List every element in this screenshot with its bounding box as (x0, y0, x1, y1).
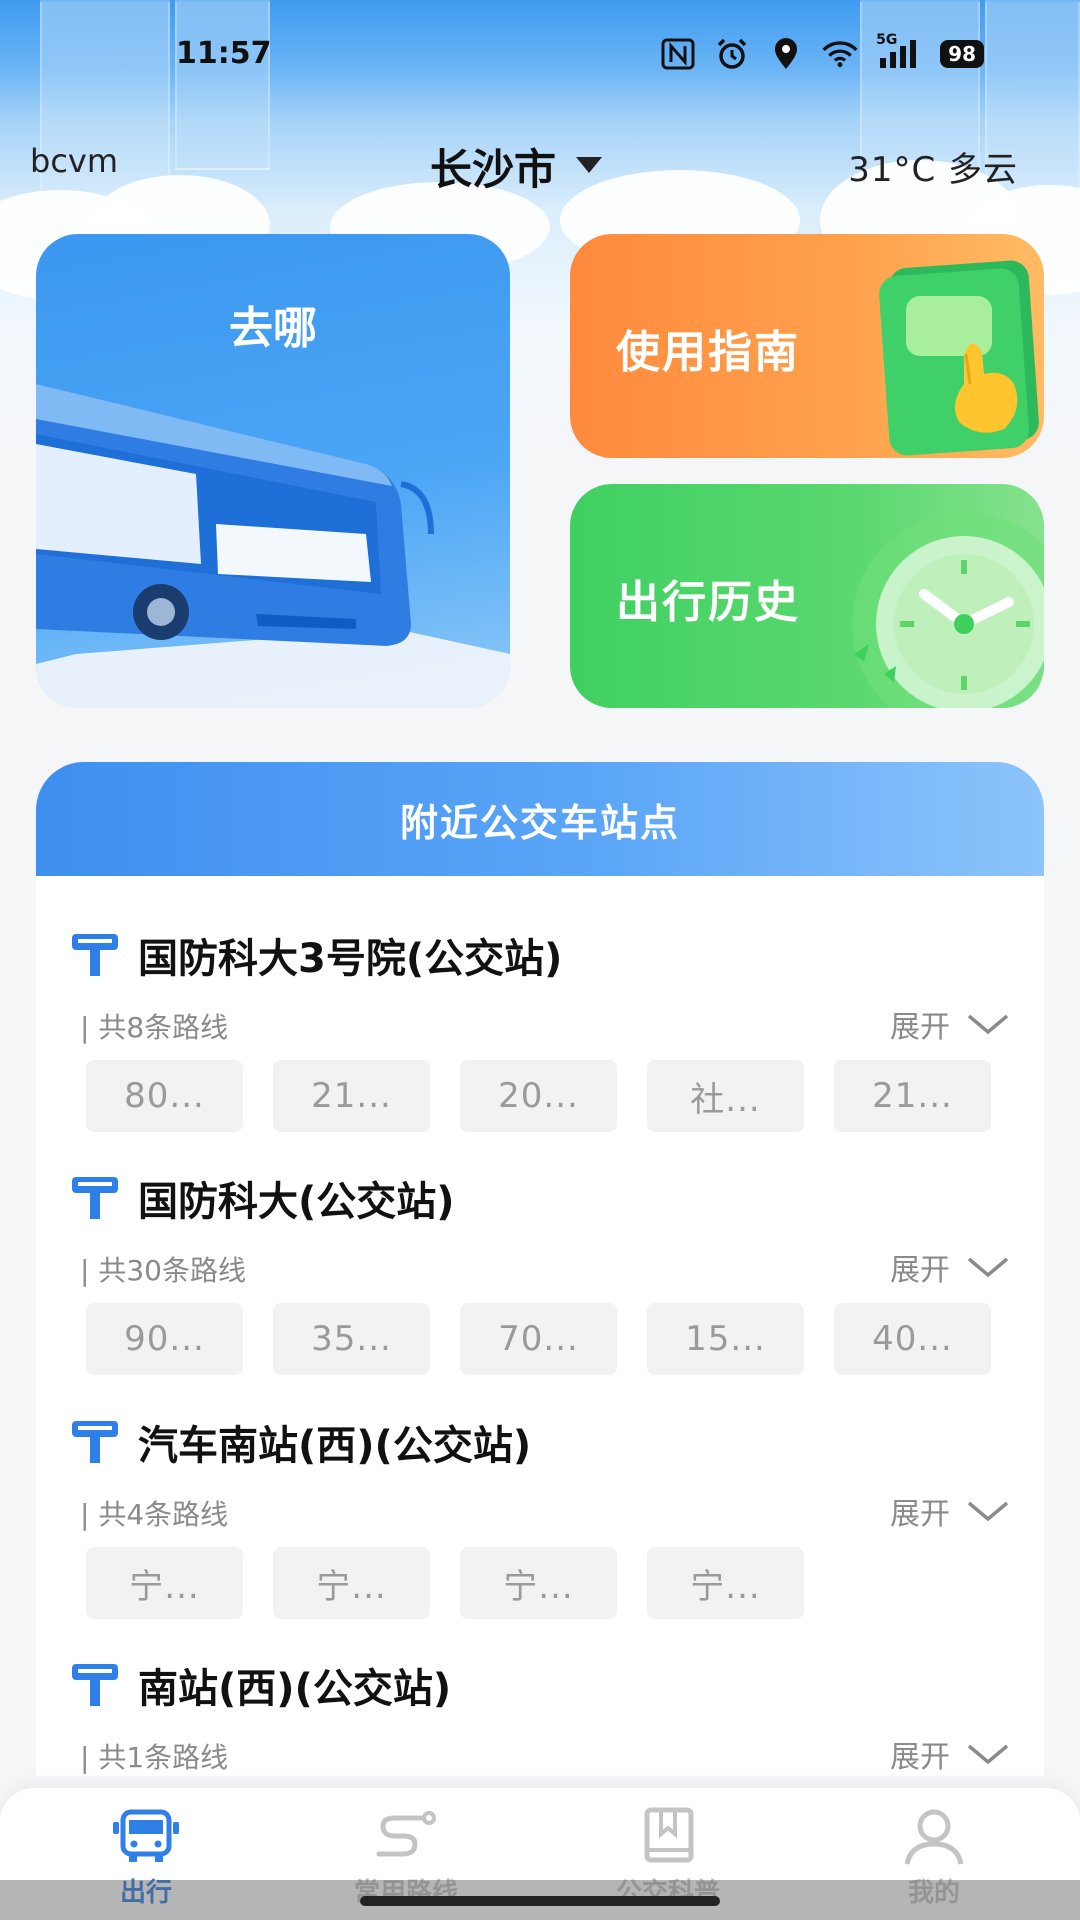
status-bar: 11:57 5G 98 (0, 0, 1080, 110)
station-name: 国防科大3号院(公交站) (138, 936, 563, 982)
station-name: 南站(西)(公交站) (138, 1666, 452, 1712)
chevron-down-icon (967, 1501, 1009, 1522)
travel-history-label: 出行历史 (616, 577, 800, 628)
weather-info: 31°C 多云 (848, 150, 1018, 190)
alarm-icon (714, 38, 750, 70)
battery-level: 98 (948, 42, 976, 66)
nearby-stations-title: 附近公交车站点 (399, 800, 680, 845)
route-chip[interactable]: 21... (834, 1060, 991, 1132)
route-count: | 共30条路线 (80, 1254, 246, 1287)
route-chip[interactable]: 宁... (460, 1547, 617, 1619)
nearby-stations-header: 附近公交车站点 (36, 762, 1044, 876)
station-header: 汽车南站(西)(公交站) (70, 1413, 531, 1471)
station-item[interactable]: 国防科大(公交站) | 共30条路线 展开 90... 35... 70... … (36, 1169, 1044, 1399)
network-type: 5G (876, 32, 898, 48)
route-count: | 共1条路线 (80, 1741, 229, 1774)
route-icon (376, 1811, 436, 1857)
bus-stop-icon (72, 1664, 118, 1706)
user-guide-label: 使用指南 (616, 327, 800, 378)
user-guide-card[interactable]: 使用指南 (570, 234, 1044, 458)
city-name: 长沙市 (430, 145, 557, 194)
user-icon (904, 1809, 964, 1865)
expand-button[interactable]: 展开 (890, 1489, 1010, 1533)
bus-illustration (36, 384, 510, 708)
route-chip[interactable]: 40... (834, 1303, 991, 1375)
wifi-icon (822, 38, 858, 70)
route-chip[interactable]: 70... (460, 1303, 617, 1375)
signal-icon: 5G (876, 32, 922, 70)
top-header: bcvm 长沙市 31°C 多云 (0, 120, 1080, 208)
expand-button[interactable]: 展开 (890, 1245, 1010, 1289)
route-chip[interactable]: 宁... (86, 1547, 243, 1619)
nfc-icon (660, 38, 696, 70)
station-name: 汽车南站(西)(公交站) (138, 1423, 532, 1469)
user-name[interactable]: bcvm (30, 142, 118, 180)
chevron-down-icon (967, 1257, 1009, 1278)
route-chip[interactable]: 20... (460, 1060, 617, 1132)
route-chip[interactable]: 90... (86, 1303, 243, 1375)
expand-button[interactable]: 展开 (890, 1732, 1010, 1776)
route-chip[interactable]: 宁... (647, 1547, 804, 1619)
route-chips: 90... 35... 70... 15... 40... (86, 1303, 991, 1375)
expand-label: 展开 (890, 1740, 950, 1775)
station-item[interactable]: 南站(西)(公交站) | 共1条路线 展开 (36, 1656, 1044, 1776)
station-header: 国防科大3号院(公交站) (70, 926, 562, 984)
route-count: | 共4条路线 (80, 1498, 229, 1531)
home-indicator[interactable] (360, 1896, 720, 1906)
route-chip[interactable]: 宁... (273, 1547, 430, 1619)
expand-label: 展开 (890, 1497, 950, 1532)
caret-down-icon (574, 155, 604, 179)
route-chips: 宁... 宁... 宁... 宁... (86, 1547, 804, 1619)
book-icon (644, 1807, 694, 1863)
expand-label: 展开 (890, 1010, 950, 1045)
bus-stop-icon (72, 934, 118, 976)
bus-icon (113, 1809, 179, 1862)
bus-stop-icon (72, 1177, 118, 1219)
status-time: 11:57 (176, 36, 272, 71)
station-item[interactable]: 国防科大3号院(公交站) | 共8条路线 展开 80... 21... 20..… (36, 926, 1044, 1156)
route-chip[interactable]: 社... (647, 1060, 804, 1132)
chevron-down-icon (967, 1014, 1009, 1035)
travel-history-card[interactable]: 出行历史 (570, 484, 1044, 708)
station-item[interactable]: 汽车南站(西)(公交站) | 共4条路线 展开 宁... 宁... 宁... 宁… (36, 1413, 1044, 1643)
route-chips: 80... 21... 20... 社... 21... (86, 1060, 991, 1132)
chevron-down-icon (967, 1744, 1009, 1765)
expand-label: 展开 (890, 1253, 950, 1288)
expand-button[interactable]: 展开 (890, 1002, 1010, 1046)
status-icons: 5G 98 (660, 32, 984, 72)
guide-book-icon (879, 260, 1039, 456)
station-header: 南站(西)(公交站) (70, 1656, 451, 1714)
route-chip[interactable]: 80... (86, 1060, 243, 1132)
bus-stop-icon (72, 1421, 118, 1463)
station-name: 国防科大(公交站) (138, 1179, 455, 1225)
where-to-go-card[interactable]: 去哪 (36, 234, 510, 708)
city-selector[interactable]: 长沙市 (430, 136, 604, 197)
route-chip[interactable]: 21... (273, 1060, 430, 1132)
battery-icon: 98 (940, 40, 984, 68)
location-icon (768, 38, 804, 70)
route-chip[interactable]: 35... (273, 1303, 430, 1375)
route-chip[interactable]: 15... (647, 1303, 804, 1375)
nearby-stations-list: 国防科大3号院(公交站) | 共8条路线 展开 80... 21... 20..… (36, 876, 1044, 1776)
clock-icon (852, 512, 1044, 708)
route-count: | 共8条路线 (80, 1011, 229, 1044)
station-header: 国防科大(公交站) (70, 1169, 455, 1227)
